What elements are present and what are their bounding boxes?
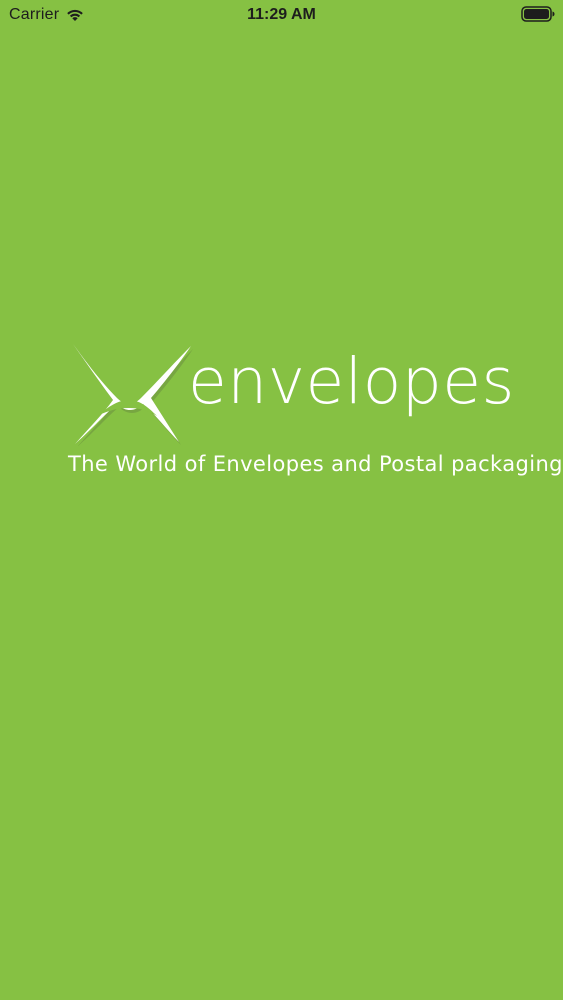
battery-icon bbox=[521, 6, 555, 22]
brand-name: envelopes bbox=[188, 345, 515, 418]
status-time: 11:29 AM bbox=[247, 6, 316, 23]
splash-logo: envelopes The World of Envelopes and Pos… bbox=[60, 330, 562, 500]
tagline: The World of Envelopes and Postal packag… bbox=[68, 452, 563, 476]
envelope-m-logo-icon bbox=[67, 340, 193, 447]
status-bar: Carrier 11:29 AM bbox=[0, 0, 563, 30]
